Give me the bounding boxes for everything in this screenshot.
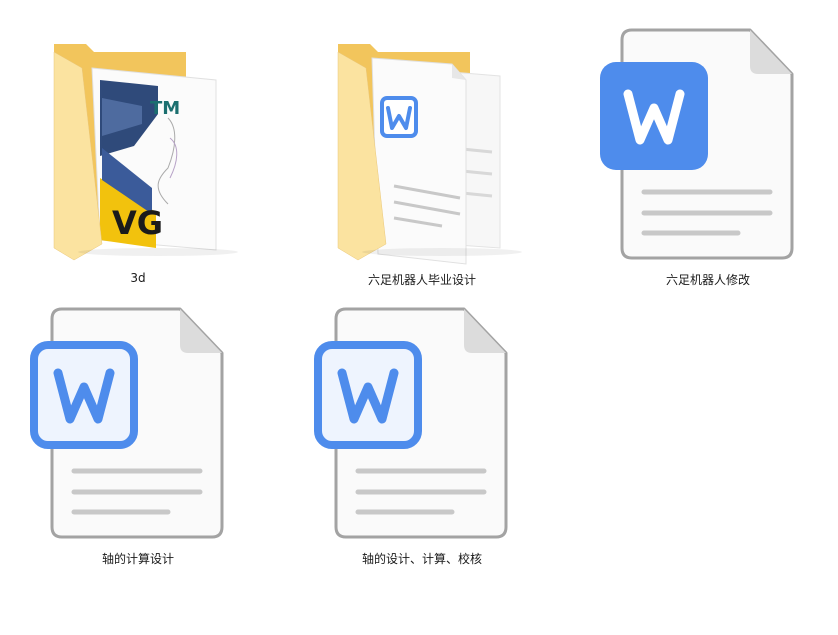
wps-writer-document-icon xyxy=(30,307,224,539)
folder-icon: VG TM xyxy=(53,44,238,261)
file-item-shaft-design-calc-check[interactable]: 轴的设计、计算、校核 xyxy=(302,307,542,582)
svg-text:VG: VG xyxy=(112,204,163,242)
svg-text:TM: TM xyxy=(150,98,180,119)
wps-writer-document-icon xyxy=(314,307,508,539)
file-label: 轴的计算设计 xyxy=(101,552,174,566)
folder-icon xyxy=(337,44,522,265)
file-label: 六足机器人毕业设计 xyxy=(367,273,476,287)
file-item-shaft-calculation-design[interactable]: 轴的计算设计 xyxy=(18,307,258,582)
file-label: 轴的设计、计算、校核 xyxy=(361,552,482,566)
file-item-hexapod-thesis[interactable]: 六足机器人毕业设计 xyxy=(302,28,542,303)
file-item-3d[interactable]: VG TM 3d xyxy=(18,28,258,303)
wps-writer-document-icon xyxy=(600,28,794,260)
file-label: 六足机器人修改 xyxy=(665,273,750,287)
file-item-hexapod-revision[interactable]: 六足机器人修改 xyxy=(588,28,828,303)
file-label: 3d xyxy=(130,271,146,285)
